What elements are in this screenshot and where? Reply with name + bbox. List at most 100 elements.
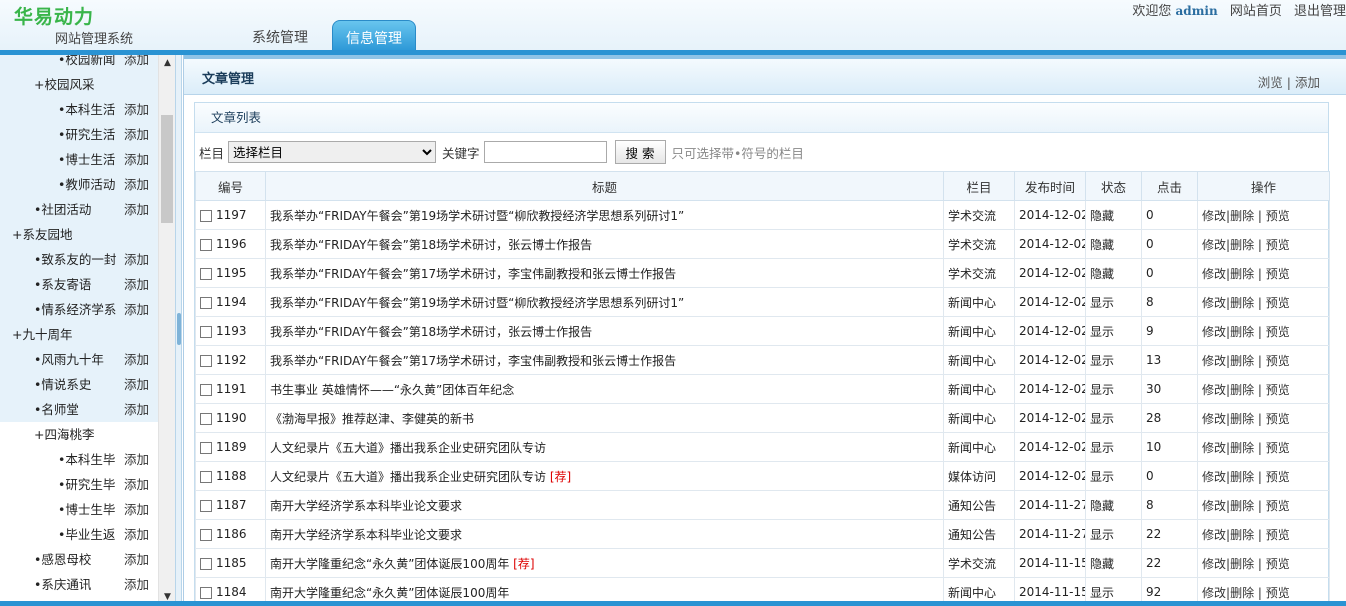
row-checkbox[interactable] [200,470,212,483]
delete-link[interactable]: 删除 [1230,528,1254,542]
delete-link[interactable]: 删除 [1230,412,1254,426]
splitter-grip-icon[interactable] [177,313,181,345]
preview-link[interactable]: 预览 [1266,557,1290,571]
row-checkbox[interactable] [200,238,212,251]
article-title-link[interactable]: 我系举办“FRIDAY午餐会”第18场学术研讨，张云博士作报告 [270,325,592,339]
delete-link[interactable]: 删除 [1230,267,1254,281]
edit-link[interactable]: 修改 [1202,209,1226,223]
preview-link[interactable]: 预览 [1266,528,1290,542]
sidebar-item[interactable]: •博士生活 添加 [0,147,158,172]
edit-link[interactable]: 修改 [1202,383,1226,397]
sidebar-item[interactable]: •研究生毕 添加 [0,472,158,497]
preview-link[interactable]: 预览 [1266,238,1290,252]
preview-link[interactable]: 预览 [1266,586,1290,600]
sidebar-item-label[interactable]: •感恩母校 [34,547,91,572]
delete-link[interactable]: 删除 [1230,383,1254,397]
sidebar-item[interactable]: +系友园地 [0,222,158,247]
sidebar-item-label[interactable]: •校园新闻 [58,55,115,72]
sidebar-add-link[interactable]: 添加 [124,572,149,597]
sidebar-item[interactable]: •教师活动 添加 [0,172,158,197]
article-title-link[interactable]: 南开大学隆重纪念“永久黄”团体诞辰100周年 [270,586,509,600]
article-title-link[interactable]: 我系举办“FRIDAY午餐会”第17场学术研讨，李宝伟副教授和张云博士作报告 [270,267,676,281]
logout-link[interactable]: 退出管理 [1294,4,1346,19]
sidebar-item-label[interactable]: •情系经济学系 [34,297,116,322]
row-checkbox[interactable] [200,267,212,280]
sidebar-add-link[interactable]: 添加 [124,122,149,147]
sidebar-item[interactable]: •研究生活 添加 [0,122,158,147]
article-title-link[interactable]: 人文纪录片《五大道》播出我系企业史研究团队专访 [270,470,546,484]
sidebar-item-label[interactable]: •教师活动 [58,172,115,197]
delete-link[interactable]: 删除 [1230,354,1254,368]
delete-link[interactable]: 删除 [1230,557,1254,571]
delete-link[interactable]: 删除 [1230,499,1254,513]
preview-link[interactable]: 预览 [1266,412,1290,426]
article-title-link[interactable]: 南开大学经济学系本科毕业论文要求 [270,499,462,513]
tab-info-management[interactable]: 信息管理 [332,20,416,52]
browse-link[interactable]: 浏览 [1258,75,1283,90]
article-title-link[interactable]: 我系举办“FRIDAY午餐会”第19场学术研讨暨“柳欣教授经济学思想系列研讨1” [270,209,684,223]
preview-link[interactable]: 预览 [1266,209,1290,223]
sidebar-add-link[interactable]: 添加 [124,197,149,222]
preview-link[interactable]: 预览 [1266,470,1290,484]
sidebar-item-label[interactable]: •致系友的一封 [34,247,116,272]
edit-link[interactable]: 修改 [1202,412,1226,426]
sidebar-item-label[interactable]: •研究生活 [58,122,115,147]
search-button[interactable]: 搜 索 [614,140,666,164]
sidebar-item[interactable]: •社团活动 添加 [0,197,158,222]
edit-link[interactable]: 修改 [1202,586,1226,600]
delete-link[interactable]: 删除 [1230,238,1254,252]
sidebar-add-link[interactable]: 添加 [124,172,149,197]
scroll-up-icon[interactable]: ▲ [159,55,176,72]
sidebar-item-label[interactable]: •本科生活 [58,97,115,122]
row-checkbox[interactable] [200,557,212,570]
sidebar-item[interactable]: •感恩母校 添加 [0,547,158,572]
site-home-link[interactable]: 网站首页 [1230,4,1282,19]
delete-link[interactable]: 删除 [1230,470,1254,484]
sidebar-item[interactable]: •本科生活 添加 [0,97,158,122]
sidebar-item[interactable]: •情系经济学系 添加 [0,297,158,322]
sidebar-item[interactable]: •系友寄语 添加 [0,272,158,297]
sidebar-scrollbar[interactable]: ▲ ▼ [158,55,175,606]
sidebar-item-label[interactable]: •名师堂 [34,397,79,422]
edit-link[interactable]: 修改 [1202,441,1226,455]
sidebar-add-link[interactable]: 添加 [124,272,149,297]
edit-link[interactable]: 修改 [1202,499,1226,513]
sidebar-add-link[interactable]: 添加 [124,347,149,372]
row-checkbox[interactable] [200,209,212,222]
sidebar-item-label[interactable]: •博士生活 [58,147,115,172]
preview-link[interactable]: 预览 [1266,383,1290,397]
preview-link[interactable]: 预览 [1266,354,1290,368]
sidebar-item[interactable]: +校园风采 [0,72,158,97]
sidebar-item[interactable]: •风雨九十年 添加 [0,347,158,372]
sidebar-item[interactable]: •系庆通讯 添加 [0,572,158,597]
add-link[interactable]: 添加 [1295,75,1320,90]
sidebar-item[interactable]: •毕业生返 添加 [0,522,158,547]
article-title-link[interactable]: 我系举办“FRIDAY午餐会”第18场学术研讨，张云博士作报告 [270,238,592,252]
sidebar-item[interactable]: +九十周年 [0,322,158,347]
sidebar-add-link[interactable]: 添加 [124,297,149,322]
sidebar-item-label[interactable]: •情说系史 [34,372,91,397]
article-title-link[interactable]: 书生事业 英雄情怀——“永久黄”团体百年纪念 [270,383,514,397]
sidebar-add-link[interactable]: 添加 [124,397,149,422]
sidebar-item-label[interactable]: •系友寄语 [34,272,91,297]
sidebar-item-label[interactable]: •风雨九十年 [34,347,104,372]
sidebar-item[interactable]: •博士生毕 添加 [0,497,158,522]
article-title-link[interactable]: 南开大学经济学系本科毕业论文要求 [270,528,462,542]
sidebar-item[interactable]: •致系友的一封 添加 [0,247,158,272]
sidebar-add-link[interactable]: 添加 [124,522,149,547]
sidebar-item[interactable]: +四海桃李 [0,422,158,447]
sidebar-item-label[interactable]: •博士生毕 [58,497,115,522]
preview-link[interactable]: 预览 [1266,296,1290,310]
sidebar-add-link[interactable]: 添加 [124,372,149,397]
row-checkbox[interactable] [200,528,212,541]
edit-link[interactable]: 修改 [1202,325,1226,339]
sidebar-item-label[interactable]: •社团活动 [34,197,91,222]
delete-link[interactable]: 删除 [1230,296,1254,310]
edit-link[interactable]: 修改 [1202,528,1226,542]
splitter[interactable] [175,55,182,606]
edit-link[interactable]: 修改 [1202,267,1226,281]
sidebar-add-link[interactable]: 添加 [124,447,149,472]
article-title-link[interactable]: 我系举办“FRIDAY午餐会”第19场学术研讨暨“柳欣教授经济学思想系列研讨1” [270,296,684,310]
delete-link[interactable]: 删除 [1230,586,1254,600]
sidebar-item[interactable]: •本科生毕 添加 [0,447,158,472]
